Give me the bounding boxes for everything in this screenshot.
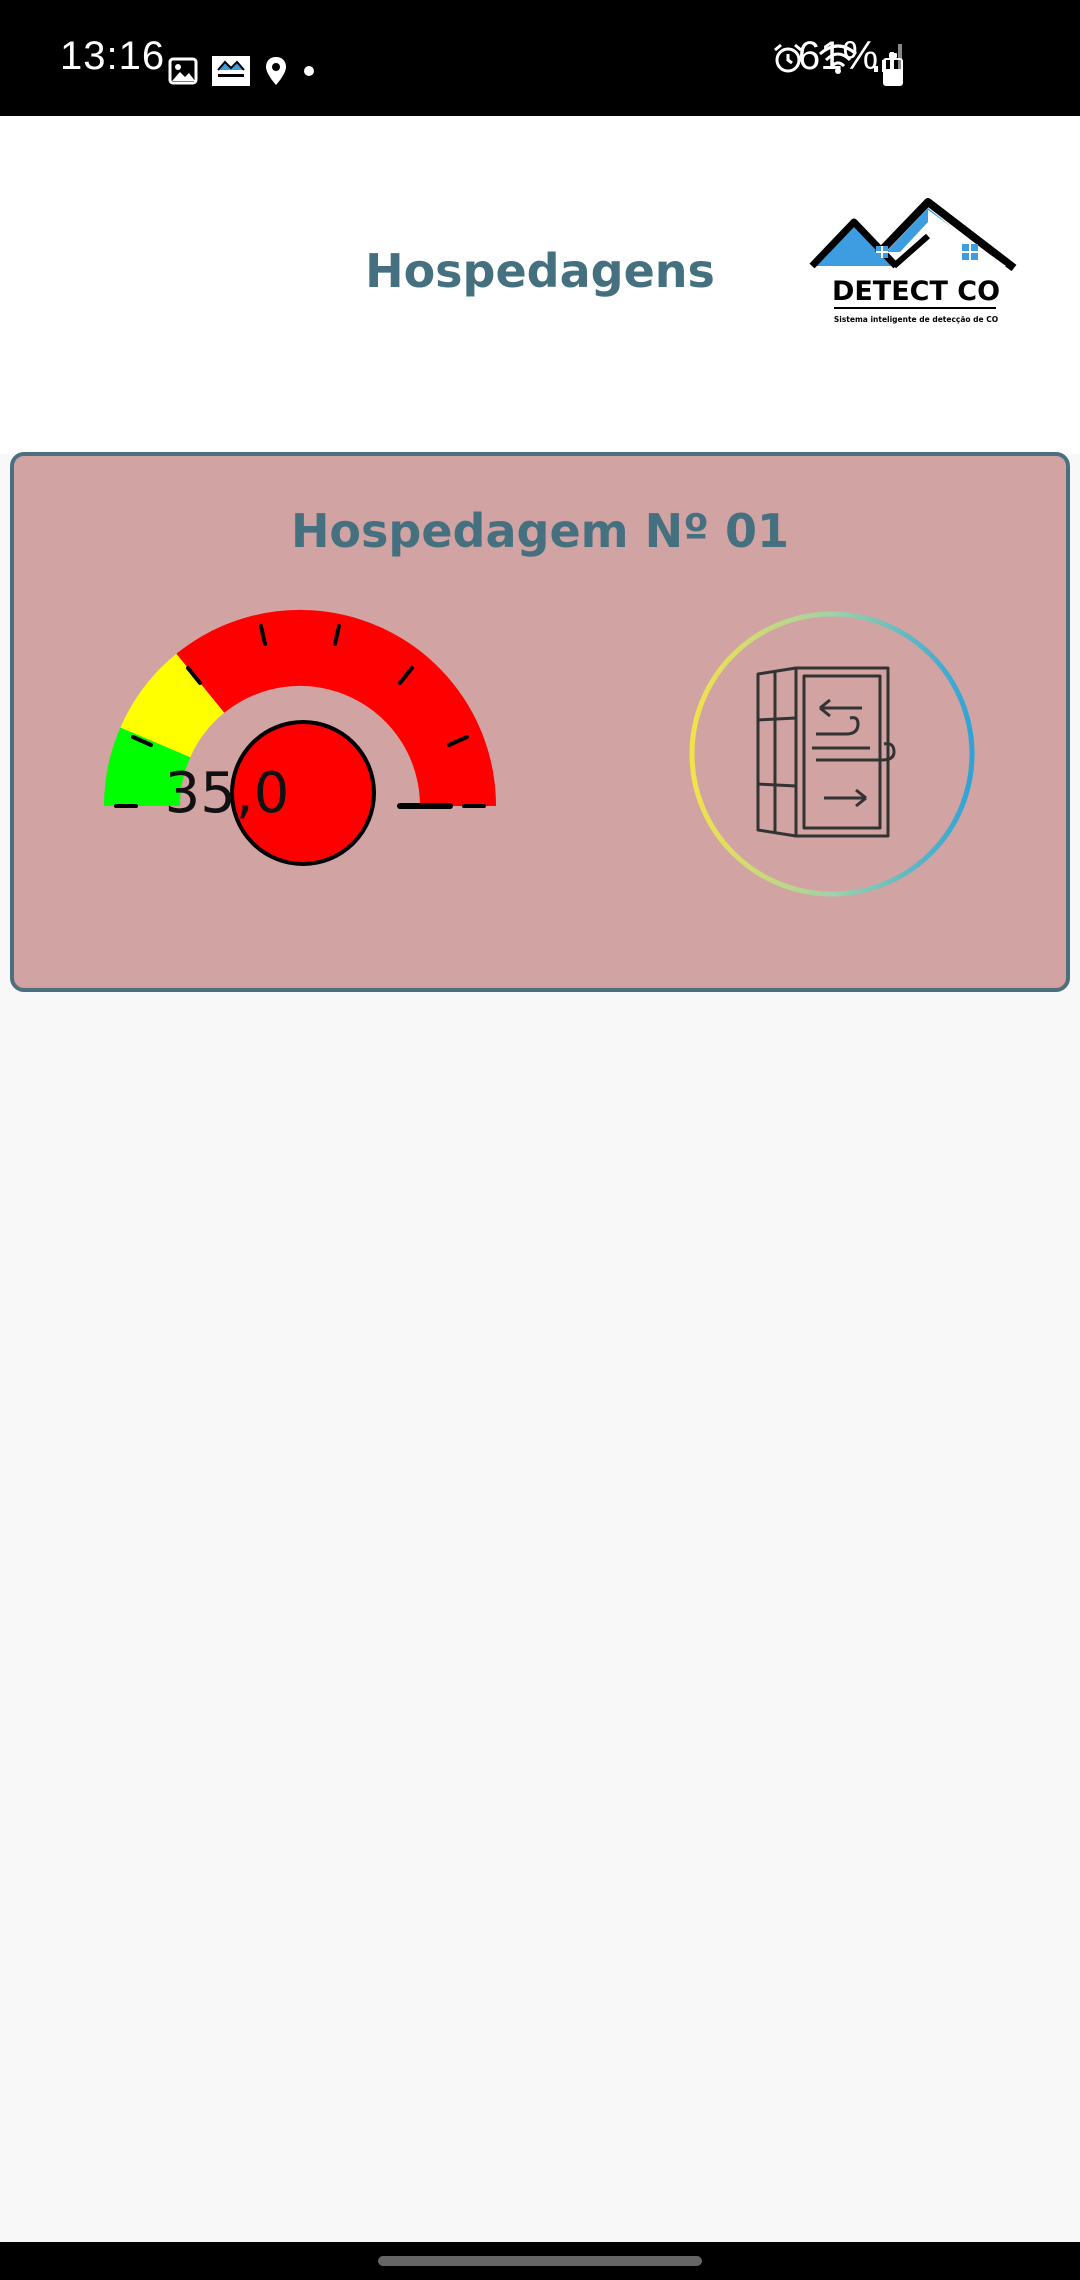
co-reading-value: 35,0: [164, 760, 290, 826]
location-icon: [266, 57, 286, 85]
logo-tagline: Sistema inteligente de detecção de CO: [834, 315, 998, 324]
lodging-card[interactable]: Hospedagem Nº 01 35,0: [10, 452, 1070, 992]
battery-percent: 61%: [798, 34, 879, 78]
co-gauge: [104, 609, 497, 866]
status-bar: 13:16 61%: [0, 0, 1080, 116]
lodging-title: Hospedagem Nº 01: [290, 504, 790, 558]
battery-level-fill: [885, 69, 901, 84]
status-left-icons: [168, 52, 316, 90]
image-icon: [168, 57, 198, 85]
app-logo-notification-icon: [212, 56, 250, 86]
logo-name: DETECT CO: [832, 276, 1000, 307]
detect-co-logo: DETECT CO Sistema inteligente de detecçã…: [809, 198, 1017, 324]
app-header: Hospedagens DETECT CO Sistema inteligent…: [0, 116, 1080, 454]
home-gesture-handle[interactable]: [378, 2256, 702, 2266]
status-time: 13:16: [60, 34, 166, 78]
window-ventilation-icon: [756, 666, 896, 838]
ventilation-button[interactable]: [686, 608, 978, 900]
battery-icon: [883, 53, 903, 86]
navigation-bar: [0, 2242, 1080, 2280]
dot-icon: [304, 66, 314, 76]
